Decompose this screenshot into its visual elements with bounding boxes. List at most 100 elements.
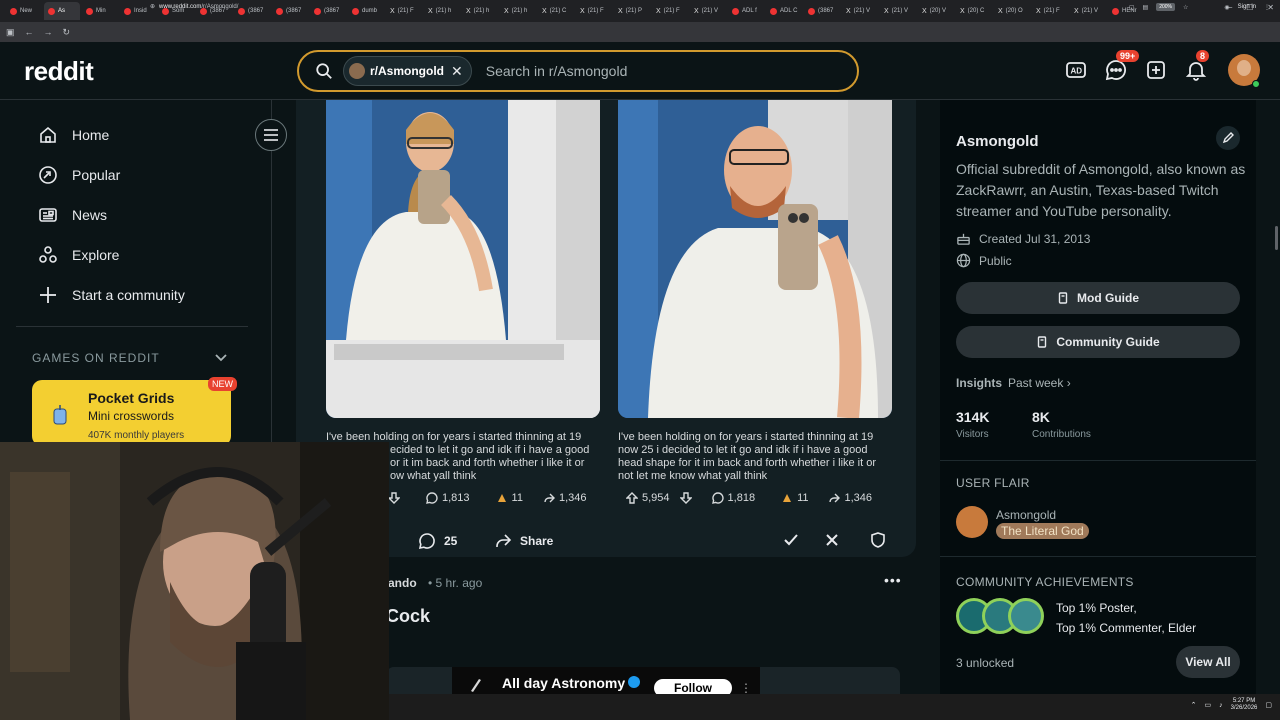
browser-tab[interactable]: X (21) V (880, 2, 916, 20)
browser-tab[interactable]: (3867 (234, 2, 270, 20)
search-input[interactable] (485, 63, 786, 79)
community-guide-button[interactable]: Community Guide (956, 326, 1240, 358)
chat-button[interactable]: 99+ (1104, 50, 1140, 82)
screenshot-icon[interactable]: ▢ (1129, 4, 1135, 11)
mod-guide-button[interactable]: Mod Guide (956, 282, 1240, 314)
approve-check-icon[interactable] (782, 531, 800, 549)
edit-community-button[interactable] (1216, 126, 1240, 150)
notification-center-icon[interactable]: ▢ (1265, 701, 1272, 709)
browser-tab[interactable]: dumb (348, 2, 384, 20)
browser-tab[interactable]: (3867 (804, 2, 840, 20)
browser-tab[interactable]: (3867 (310, 2, 346, 20)
caption-after-line: now 25 i decided to let it go and idk if… (618, 444, 868, 456)
nav-explore[interactable]: Explore (38, 245, 119, 265)
browser-tab[interactable]: ADL C (766, 2, 802, 20)
browser-tab[interactable]: As (44, 2, 80, 20)
tab-favicon-icon: X (1074, 7, 1079, 15)
browser-tab[interactable]: X (21) V (1070, 2, 1106, 20)
reload-icon[interactable]: ↻ (63, 27, 71, 38)
subreddit-search-chip[interactable]: r/Asmongold ✕ (343, 56, 472, 86)
url-field[interactable]: ⊕ www.reddit.com/r/Asmongold/ (150, 3, 239, 11)
forward-icon[interactable]: → (44, 27, 53, 37)
chevron-down-icon[interactable] (214, 350, 228, 364)
url-path: /r/Asmongold/ (201, 3, 239, 10)
browser-tab[interactable]: X (21) h (462, 2, 498, 20)
browser-tab[interactable]: New (6, 2, 42, 20)
post-card[interactable]: I've been holding on for years i started… (296, 100, 916, 557)
image-share-count: 1,346 (844, 492, 873, 504)
browser-tab[interactable]: X (21) h (500, 2, 536, 20)
page-scrollbar[interactable] (1272, 100, 1280, 694)
view-all-button[interactable]: View All (1176, 646, 1240, 678)
browser-tab[interactable]: X (20) V (918, 2, 954, 20)
award-icon (783, 494, 792, 502)
create-post-icon[interactable] (1144, 58, 1168, 82)
back-icon[interactable]: ← (25, 27, 34, 37)
share-button[interactable]: Share (494, 526, 553, 556)
tab-label: (21) h (473, 8, 490, 14)
reddit-logo[interactable]: reddit (24, 56, 94, 87)
sidebar-collapse-button[interactable] (255, 119, 287, 151)
browser-tab[interactable]: X (21) F (386, 2, 422, 20)
browser-tab[interactable]: ADL f (728, 2, 764, 20)
tab-favicon-icon: X (998, 7, 1003, 15)
network-icon[interactable]: ▭ (1205, 701, 1212, 709)
notifications-button[interactable]: 8 (1184, 50, 1210, 82)
browser-tab[interactable]: X (21) F (576, 2, 612, 20)
insights-period-dropdown[interactable]: Past week › (1008, 376, 1071, 390)
post-image-before[interactable] (326, 100, 600, 418)
game-card-pocket-grids[interactable]: Pocket Grids Mini crosswords 407K monthl… (32, 380, 231, 446)
achievement-badges[interactable] (956, 597, 1044, 637)
browser-tab[interactable]: X (20) C (956, 2, 992, 20)
browser-tab[interactable]: X (21) C (538, 2, 574, 20)
comment-icon (418, 533, 435, 550)
nav-start-community[interactable]: Start a community (38, 285, 185, 305)
embed-more-icon[interactable]: ⋮ (740, 681, 752, 695)
nav-popular[interactable]: Popular (38, 165, 120, 185)
volume-icon[interactable]: ♪ (1219, 702, 1223, 709)
browser-tab[interactable]: X (21) F (652, 2, 688, 20)
book-icon (1038, 336, 1047, 348)
reader-icon[interactable]: ▤ (1143, 4, 1149, 11)
comments-button[interactable]: 25 (418, 526, 457, 556)
sidebar-toggle-icon[interactable]: ▣ (6, 27, 15, 38)
mod-shield-icon[interactable] (869, 531, 887, 549)
search-bar[interactable]: r/Asmongold ✕ (297, 50, 859, 92)
remove-x-icon[interactable] (823, 531, 841, 549)
browser-tab[interactable]: X (21) V (842, 2, 878, 20)
browser-tab[interactable]: X (20) O (994, 2, 1030, 20)
tray-overflow-icon[interactable]: ⌃ (1191, 701, 1197, 709)
visibility-row: Public (956, 253, 1012, 268)
browser-tab[interactable]: (3867 (272, 2, 308, 20)
tab-label: (21) h (435, 8, 452, 14)
remove-chip-icon[interactable]: ✕ (451, 63, 463, 80)
scrollbar-thumb[interactable] (1275, 226, 1278, 250)
tab-favicon-icon: X (542, 7, 547, 15)
webcam-overlay (0, 442, 389, 720)
tab-favicon-icon: X (656, 7, 661, 15)
post2-author[interactable]: ando (388, 576, 417, 590)
subreddit-chip-avatar (349, 63, 365, 79)
sign-in-button[interactable]: Sign in (1238, 4, 1256, 10)
browser-tab[interactable]: X (21) P (614, 2, 650, 20)
community-sidebar: Asmongold Official subreddit of Asmongol… (940, 100, 1256, 694)
flair-tag[interactable]: The Literal God (996, 523, 1089, 539)
tab-label: (20) O (1005, 8, 1023, 14)
browser-tab[interactable]: X (21) h (424, 2, 460, 20)
bookmark-star-icon[interactable]: ☆ (1183, 4, 1188, 11)
browser-tab[interactable]: X (21) V (690, 2, 726, 20)
browser-tab[interactable]: Min (82, 2, 118, 20)
browser-menu-icon[interactable]: ⋮ (1264, 4, 1270, 11)
advertise-icon[interactable]: AD (1064, 58, 1088, 82)
zoom-badge[interactable]: 200% (1156, 3, 1175, 11)
nav-home[interactable]: Home (38, 125, 109, 145)
taskbar-clock[interactable]: 5:27 PM 3/26/2026 (1231, 698, 1258, 712)
webcam-video-graphic (0, 442, 389, 720)
nav-news[interactable]: News (38, 205, 107, 225)
post-image-after[interactable] (618, 100, 892, 418)
browser-tab[interactable]: X (21) F (1032, 2, 1068, 20)
tab-label: New (20, 8, 33, 14)
more-options-icon[interactable]: ••• (884, 572, 902, 588)
site-info-icon[interactable]: ⊕ (150, 3, 155, 10)
post2-title[interactable]: Cock (386, 606, 430, 627)
